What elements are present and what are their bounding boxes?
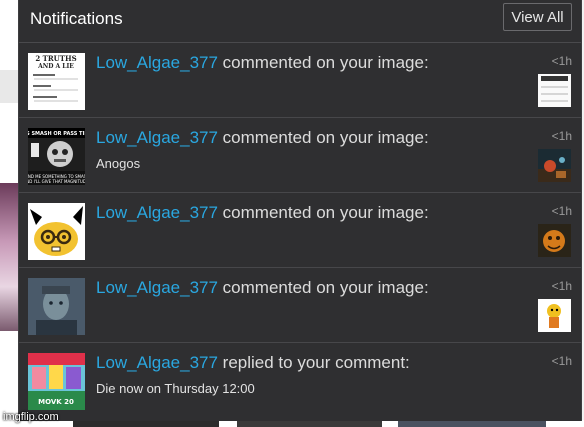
timestamp: <1h — [551, 54, 572, 68]
notification-text: Low_Algae_377 replied to your comment: D… — [96, 353, 476, 396]
imgflip-watermark: imgflip.com — [3, 411, 59, 423]
username-link[interactable]: Low_Algae_377 — [96, 203, 218, 222]
background-gray-bar — [0, 70, 18, 103]
notifications-dropdown: Notifications View All 2 TRUTHS AND A LI… — [18, 0, 582, 421]
orange-creature-thumbnail-icon[interactable] — [538, 224, 571, 257]
timestamp: <1h — [551, 129, 572, 143]
night-scene-thumbnail-icon[interactable] — [538, 149, 571, 182]
notification-action: replied to your comment: — [217, 353, 410, 372]
username-link[interactable]: Low_Algae_377 — [96, 278, 218, 297]
panel-title: Notifications — [30, 9, 123, 28]
comment-text: Die now on Thursday 12:00 — [96, 381, 255, 396]
notification-text: Low_Algae_377 commented on your image: A… — [96, 128, 476, 171]
username-link[interactable]: Low_Algae_377 — [96, 128, 218, 147]
notification-item[interactable]: Low_Algae_377 commented on your image: <… — [19, 193, 581, 268]
svg-text:2 TRUTHS: 2 TRUTHS — [35, 54, 76, 63]
notification-action: commented on your image: — [217, 128, 429, 147]
svg-text:AND A LIE: AND A LIE — [37, 63, 74, 70]
portrait-avatar-icon[interactable] — [28, 278, 85, 335]
timestamp: <1h — [551, 279, 572, 293]
notification-action: commented on your image: — [217, 203, 429, 222]
background-thumbnail — [237, 421, 382, 427]
notification-action: commented on your image: — [217, 278, 429, 297]
notification-text: Low_Algae_377 commented on your image: — [96, 278, 476, 306]
notification-line: Low_Algae_377 commented on your image: — [96, 53, 476, 73]
svg-text:IT'S SMASH OR PASS TIME: IT'S SMASH OR PASS TIME — [28, 131, 85, 137]
notification-line: Low_Algae_377 commented on your image: — [96, 203, 476, 223]
username-link[interactable]: Low_Algae_377 — [96, 53, 218, 72]
notification-item[interactable]: MOVK 20 Low_Algae_377 replied to your co… — [19, 343, 581, 418]
notification-action: commented on your image: — [217, 53, 429, 72]
notifications-header: Notifications View All — [19, 0, 581, 43]
svg-text:AND I'LL GIVE THAT MAGNITUDE: AND I'LL GIVE THAT MAGNITUDE — [28, 179, 85, 184]
notification-item[interactable]: 2 TRUTHS AND A LIE Low_Algae_377 comment… — [19, 43, 581, 118]
smash-or-pass-avatar-icon[interactable]: IT'S SMASH OR PASS TIME SEND ME SOMETHIN… — [28, 128, 85, 185]
background-image-fragment — [0, 183, 18, 331]
timestamp: <1h — [551, 354, 572, 368]
notification-item[interactable]: IT'S SMASH OR PASS TIME SEND ME SOMETHIN… — [19, 118, 581, 193]
notification-item[interactable]: Low_Algae_377 commented on your image: <… — [19, 268, 581, 343]
glasses-face-avatar-icon[interactable] — [28, 203, 85, 260]
background-thumbnail — [73, 421, 219, 427]
notification-text: Low_Algae_377 commented on your image: — [96, 53, 476, 81]
notification-text: Low_Algae_377 commented on your image: — [96, 203, 476, 231]
comment-text: Anogos — [96, 156, 141, 171]
meme-list-avatar-icon[interactable]: 2 TRUTHS AND A LIE — [28, 53, 85, 110]
background-thumbnail — [398, 421, 546, 427]
meme-list-thumbnail-icon[interactable] — [538, 74, 571, 107]
notification-line: Low_Algae_377 commented on your image: — [96, 128, 476, 148]
svg-text:MOVK 20: MOVK 20 — [38, 398, 74, 406]
username-link[interactable]: Low_Algae_377 — [96, 353, 218, 372]
colorful-collage-avatar-icon[interactable]: MOVK 20 — [28, 353, 85, 410]
view-all-button[interactable]: View All — [503, 3, 572, 31]
notification-line: Low_Algae_377 commented on your image: — [96, 278, 476, 298]
cartoon-thumbnail-icon[interactable] — [538, 299, 571, 332]
timestamp: <1h — [551, 204, 572, 218]
notification-line: Low_Algae_377 replied to your comment: — [96, 353, 476, 373]
